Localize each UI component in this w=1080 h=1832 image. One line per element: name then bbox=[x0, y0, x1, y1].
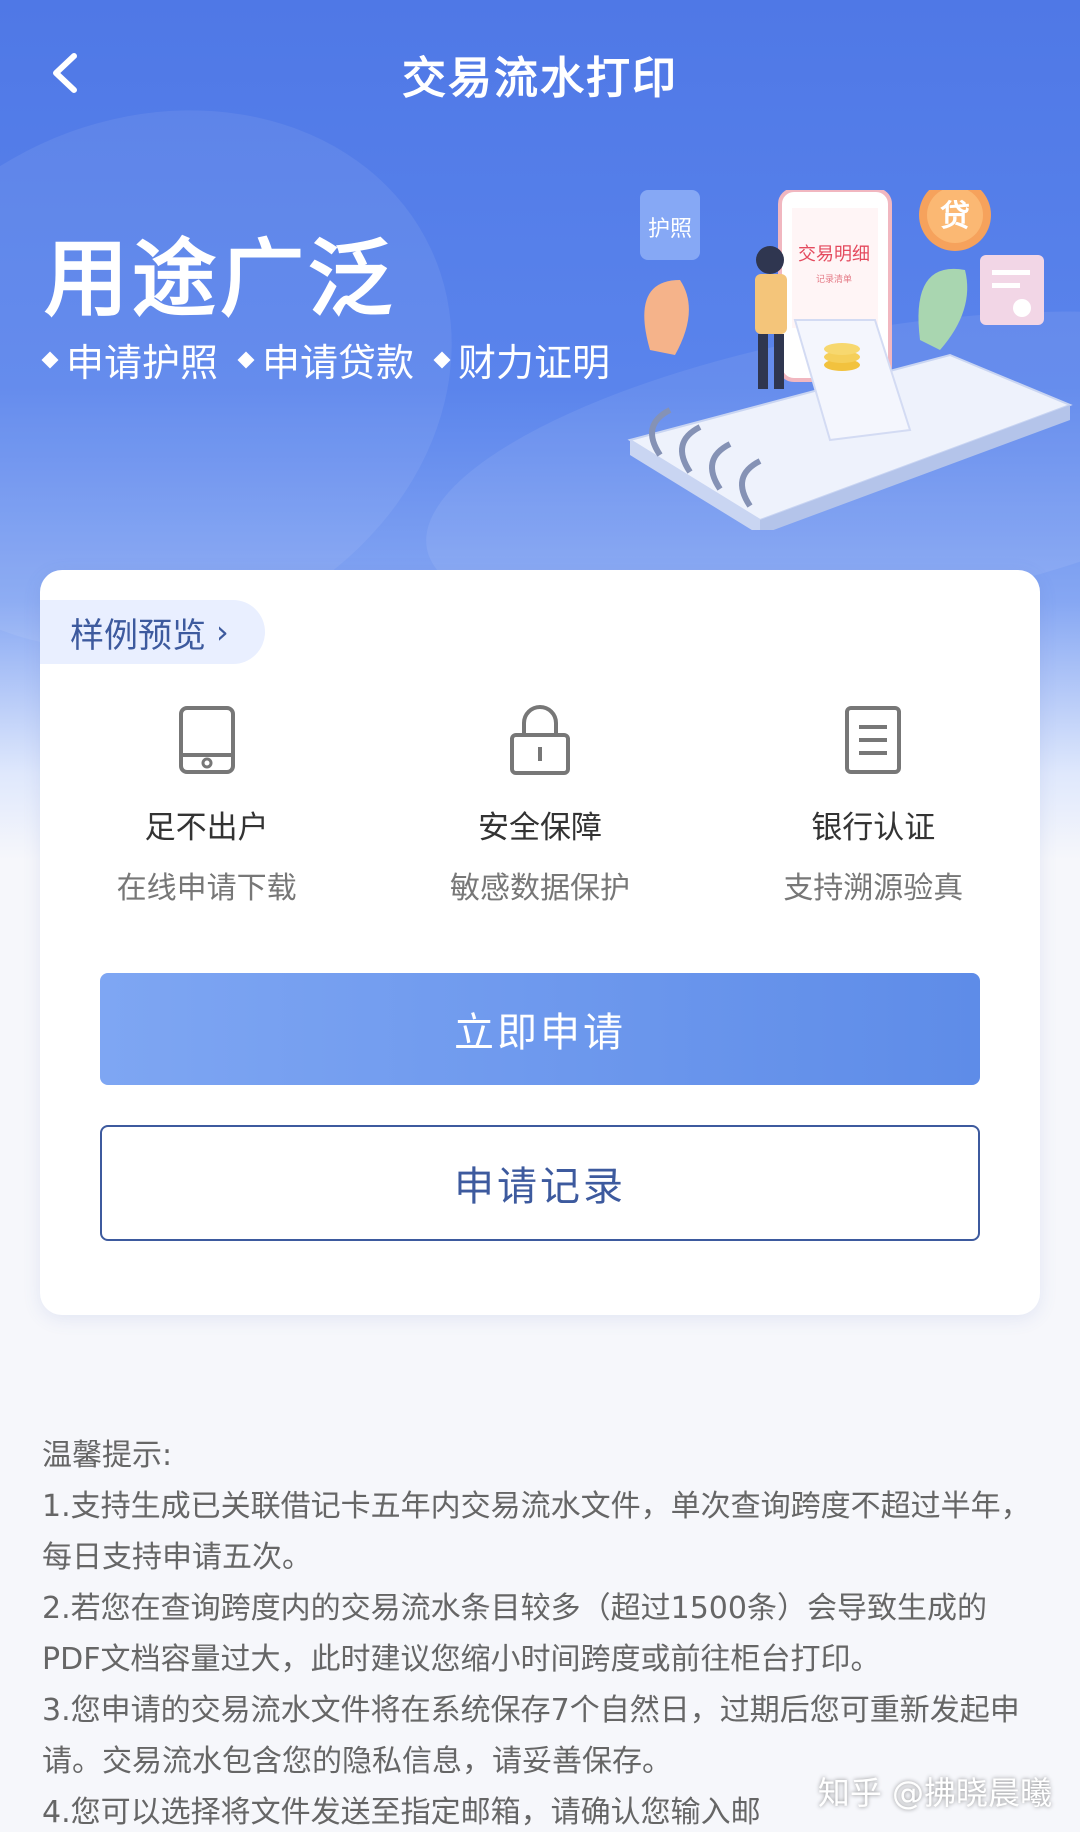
feature-item: 银行认证 支持溯源验真 bbox=[707, 700, 1040, 907]
feature-subtitle: 敏感数据保护 bbox=[449, 871, 630, 906]
application-records-button[interactable]: 申请记录 bbox=[100, 1125, 980, 1241]
tips-heading: 温馨提示: bbox=[42, 1438, 173, 1473]
chevron-right-icon: › bbox=[216, 613, 229, 651]
statement-sub-label: 记录清单 bbox=[816, 273, 852, 285]
statement-illustration: 交易明细 记录清单 护照 贷 bbox=[627, 190, 1073, 530]
diamond-bullet-icon bbox=[237, 351, 255, 368]
diamond-bullet-icon bbox=[41, 351, 59, 368]
diamond-bullet-icon bbox=[433, 351, 451, 368]
sample-preview-link[interactable]: 样例预览 › bbox=[40, 600, 265, 664]
hero-tag-loan: 申请贷款 bbox=[237, 332, 415, 387]
feature-title: 银行认证 bbox=[811, 810, 936, 846]
lock-icon bbox=[500, 700, 580, 780]
feature-item: 安全保障 敏感数据保护 bbox=[373, 700, 706, 907]
tablet-download-icon bbox=[167, 700, 247, 780]
feature-title: 足不出户 bbox=[144, 810, 269, 846]
tip-item: 1.支持生成已关联借记卡五年内交易流水文件，单次查询跨度不超过半年，每日支持申请… bbox=[42, 1489, 1031, 1575]
feature-title: 安全保障 bbox=[477, 810, 602, 846]
sample-preview-label: 样例预览 bbox=[70, 615, 206, 656]
watermark: 知乎 @拂晓晨曦 bbox=[817, 1774, 1052, 1812]
hero-tag-label: 申请贷款 bbox=[262, 341, 415, 385]
feature-subtitle: 在线申请下载 bbox=[116, 871, 297, 906]
hero-tag-label: 财力证明 bbox=[458, 341, 611, 385]
passport-badge-label: 护照 bbox=[648, 217, 692, 242]
hero-tag-passport: 申请护照 bbox=[41, 332, 219, 387]
document-icon bbox=[833, 700, 913, 780]
tip-item: 2.若您在查询跨度内的交易流水条目较多（超过1500条）会导致生成的PDF文档容… bbox=[42, 1591, 987, 1677]
nav-bar: 交易流水打印 bbox=[0, 0, 1080, 140]
hero-tag-proof: 财力证明 bbox=[433, 332, 611, 387]
hero-tag-label: 申请护照 bbox=[66, 341, 219, 385]
apply-now-button[interactable]: 立即申请 bbox=[100, 973, 980, 1085]
feature-subtitle: 支持溯源验真 bbox=[783, 871, 964, 906]
feature-list: 足不出户 在线申请下载 安全保障 敏感数据保护 银行认证 支持溯源验真 bbox=[40, 700, 1040, 907]
feature-item: 足不出户 在线申请下载 bbox=[40, 700, 373, 907]
loan-coin-label: 贷 bbox=[940, 199, 970, 234]
hero-headline: 用途广泛 bbox=[44, 230, 397, 328]
statement-card: 样例预览 › 足不出户 在线申请下载 安全保障 敏感数据保护 银行认证 支持溯源… bbox=[40, 570, 1040, 1315]
page-title: 交易流水打印 bbox=[402, 53, 678, 104]
statement-label: 交易明细 bbox=[798, 244, 870, 265]
hero-tags: 申请护照 申请贷款 财力证明 bbox=[41, 332, 611, 387]
